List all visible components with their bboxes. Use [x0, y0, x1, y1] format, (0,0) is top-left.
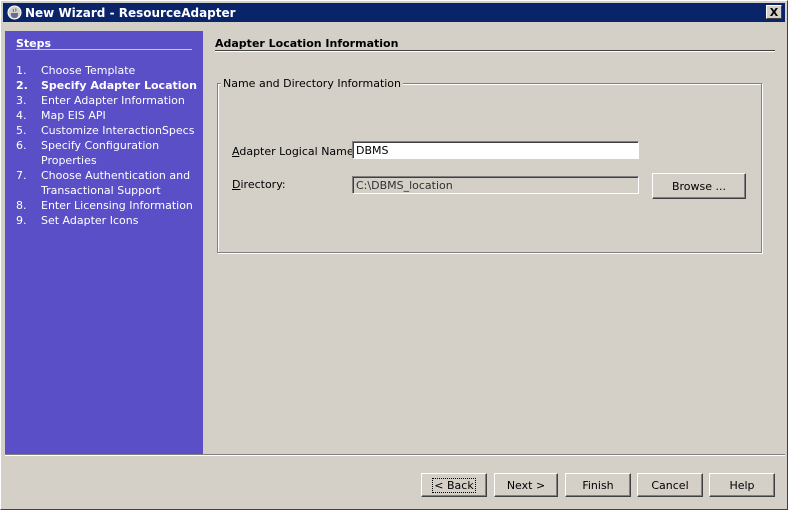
step-label: Set Adapter Icons	[41, 214, 139, 227]
cancel-button-label: Cancel	[651, 478, 689, 492]
step-label: Customize InteractionSpecs	[41, 124, 195, 137]
wizard-window: New Wizard - ResourceAdapter X Steps 1. C…	[0, 0, 788, 510]
step-number: 6.	[16, 139, 27, 152]
finish-button-label: Finish	[582, 478, 614, 492]
step-label: Choose Authentication and Transactional …	[41, 169, 191, 197]
logical-name-input[interactable]	[352, 141, 639, 159]
title-bar[interactable]: New Wizard - ResourceAdapter X	[3, 3, 785, 22]
step-item[interactable]: 9. Set Adapter Icons	[16, 213, 201, 228]
group-title: Name and Directory Information	[221, 77, 404, 90]
help-button[interactable]: Help	[709, 473, 775, 497]
step-item[interactable]: 2. Specify Adapter Location	[16, 78, 201, 93]
window-title: New Wizard - ResourceAdapter	[25, 5, 236, 20]
directory-label-text: irectory:	[240, 178, 286, 191]
step-item[interactable]: 3. Enter Adapter Information	[16, 93, 201, 108]
step-label: Specify Configuration Properties	[41, 139, 160, 167]
steps-list: 1. Choose Template 2. Specify Adapter Locat…	[16, 63, 201, 228]
step-item[interactable]: 5. Customize InteractionSpecs	[16, 123, 201, 138]
directory-label: Directory:	[232, 178, 286, 191]
step-number: 1.	[16, 64, 27, 77]
step-number: 2.	[16, 79, 28, 92]
steps-divider	[16, 49, 192, 50]
help-button-label: Help	[729, 478, 755, 492]
browse-button[interactable]: Browse ...	[652, 173, 746, 199]
step-item[interactable]: 4. Map EIS API	[16, 108, 201, 123]
step-label: Choose Template	[41, 64, 136, 77]
logical-name-label-text: dapter Logical Name:	[239, 145, 358, 158]
step-label: Map EIS API	[41, 109, 106, 122]
back-button-label: < Back	[432, 477, 476, 493]
step-item[interactable]: 6. Specify Configuration Properties	[16, 138, 201, 168]
section-title: Adapter Location Information	[215, 37, 399, 50]
logical-name-label: Adapter Logical Name:	[232, 145, 357, 158]
step-item[interactable]: 1. Choose Template	[16, 63, 201, 78]
step-number: 9.	[16, 214, 27, 227]
step-label: Specify Adapter Location	[41, 79, 197, 92]
step-label: Enter Licensing Information	[41, 199, 193, 212]
steps-panel: Steps 1. Choose Template 2. Specify Adapter…	[5, 31, 203, 454]
java-cup-icon	[6, 5, 22, 21]
step-item[interactable]: 8. Enter Licensing Information	[16, 198, 201, 213]
browse-button-label: Browse ...	[671, 179, 727, 193]
bottom-separator-highlight	[5, 455, 785, 456]
next-button[interactable]: Next >	[494, 473, 558, 497]
finish-button[interactable]: Finish	[565, 473, 631, 497]
step-number: 5.	[16, 124, 27, 137]
directory-input[interactable]	[352, 176, 639, 194]
back-button[interactable]: < Back	[421, 473, 487, 497]
name-directory-group	[217, 83, 762, 253]
step-item[interactable]: 7. Choose Authentication and Transactiona…	[16, 168, 201, 198]
step-number: 3.	[16, 94, 27, 107]
section-divider-highlight	[215, 51, 775, 52]
close-button[interactable]: X	[766, 5, 782, 19]
step-label: Enter Adapter Information	[41, 94, 185, 107]
cancel-button[interactable]: Cancel	[637, 473, 703, 497]
next-button-label: Next >	[506, 478, 546, 492]
step-number: 8.	[16, 199, 27, 212]
step-number: 4.	[16, 109, 27, 122]
close-icon: X	[769, 5, 779, 19]
step-number: 7.	[16, 169, 27, 182]
